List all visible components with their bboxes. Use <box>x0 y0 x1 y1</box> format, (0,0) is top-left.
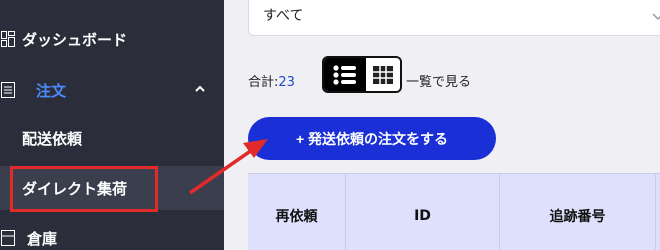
sidebar-item-label: 注文 <box>36 81 67 100</box>
filter-select-value: すべて <box>263 8 304 24</box>
highlight-box <box>10 166 158 212</box>
chevron-up-icon[interactable] <box>194 81 206 97</box>
sidebar-item-orders[interactable]: 注文 <box>0 78 224 102</box>
total-count-value: 23 <box>278 75 295 90</box>
table-view-icon[interactable] <box>366 58 400 91</box>
sidebar-item-warehouse[interactable]: 倉庫 <box>0 226 224 250</box>
column-header-more <box>656 174 660 250</box>
total-count: 合計:23 <box>248 71 295 90</box>
list-view-icon[interactable] <box>324 58 366 91</box>
sidebar-item-label: 配送依頼 <box>22 129 83 148</box>
sidebar: ダッシュボード 注文 配送依頼 ダイレクト集荷 倉庫 <box>0 0 224 250</box>
column-header-tracking-number[interactable]: 追跡番号 <box>500 174 656 250</box>
main-content: すべて 合計:23 一覧で見る + 発送依頼の注文をする 再依頼 ID 追跡番号 <box>224 0 660 250</box>
chevron-down-icon <box>651 7 660 21</box>
total-label: 合計: <box>248 75 279 90</box>
dashboard-icon <box>0 30 16 48</box>
warehouse-icon <box>0 229 16 247</box>
view-mode-label: 一覧で見る <box>406 75 472 90</box>
add-shipping-request-button[interactable]: + 発送依頼の注文をする <box>248 117 496 160</box>
sidebar-item-shipping-request[interactable]: 配送依頼 <box>0 126 224 150</box>
sidebar-item-label: ダッシュボード <box>22 30 128 49</box>
view-toggle <box>322 56 402 93</box>
sidebar-item-label: 倉庫 <box>27 229 58 248</box>
column-header-redo[interactable]: 再依頼 <box>248 174 346 250</box>
orders-icon <box>0 81 16 99</box>
table-header: 再依頼 ID 追跡番号 <box>248 173 660 250</box>
column-header-id[interactable]: ID <box>346 174 500 250</box>
filter-select[interactable]: すべて <box>248 0 660 36</box>
sidebar-item-dashboard[interactable]: ダッシュボード <box>0 27 224 51</box>
